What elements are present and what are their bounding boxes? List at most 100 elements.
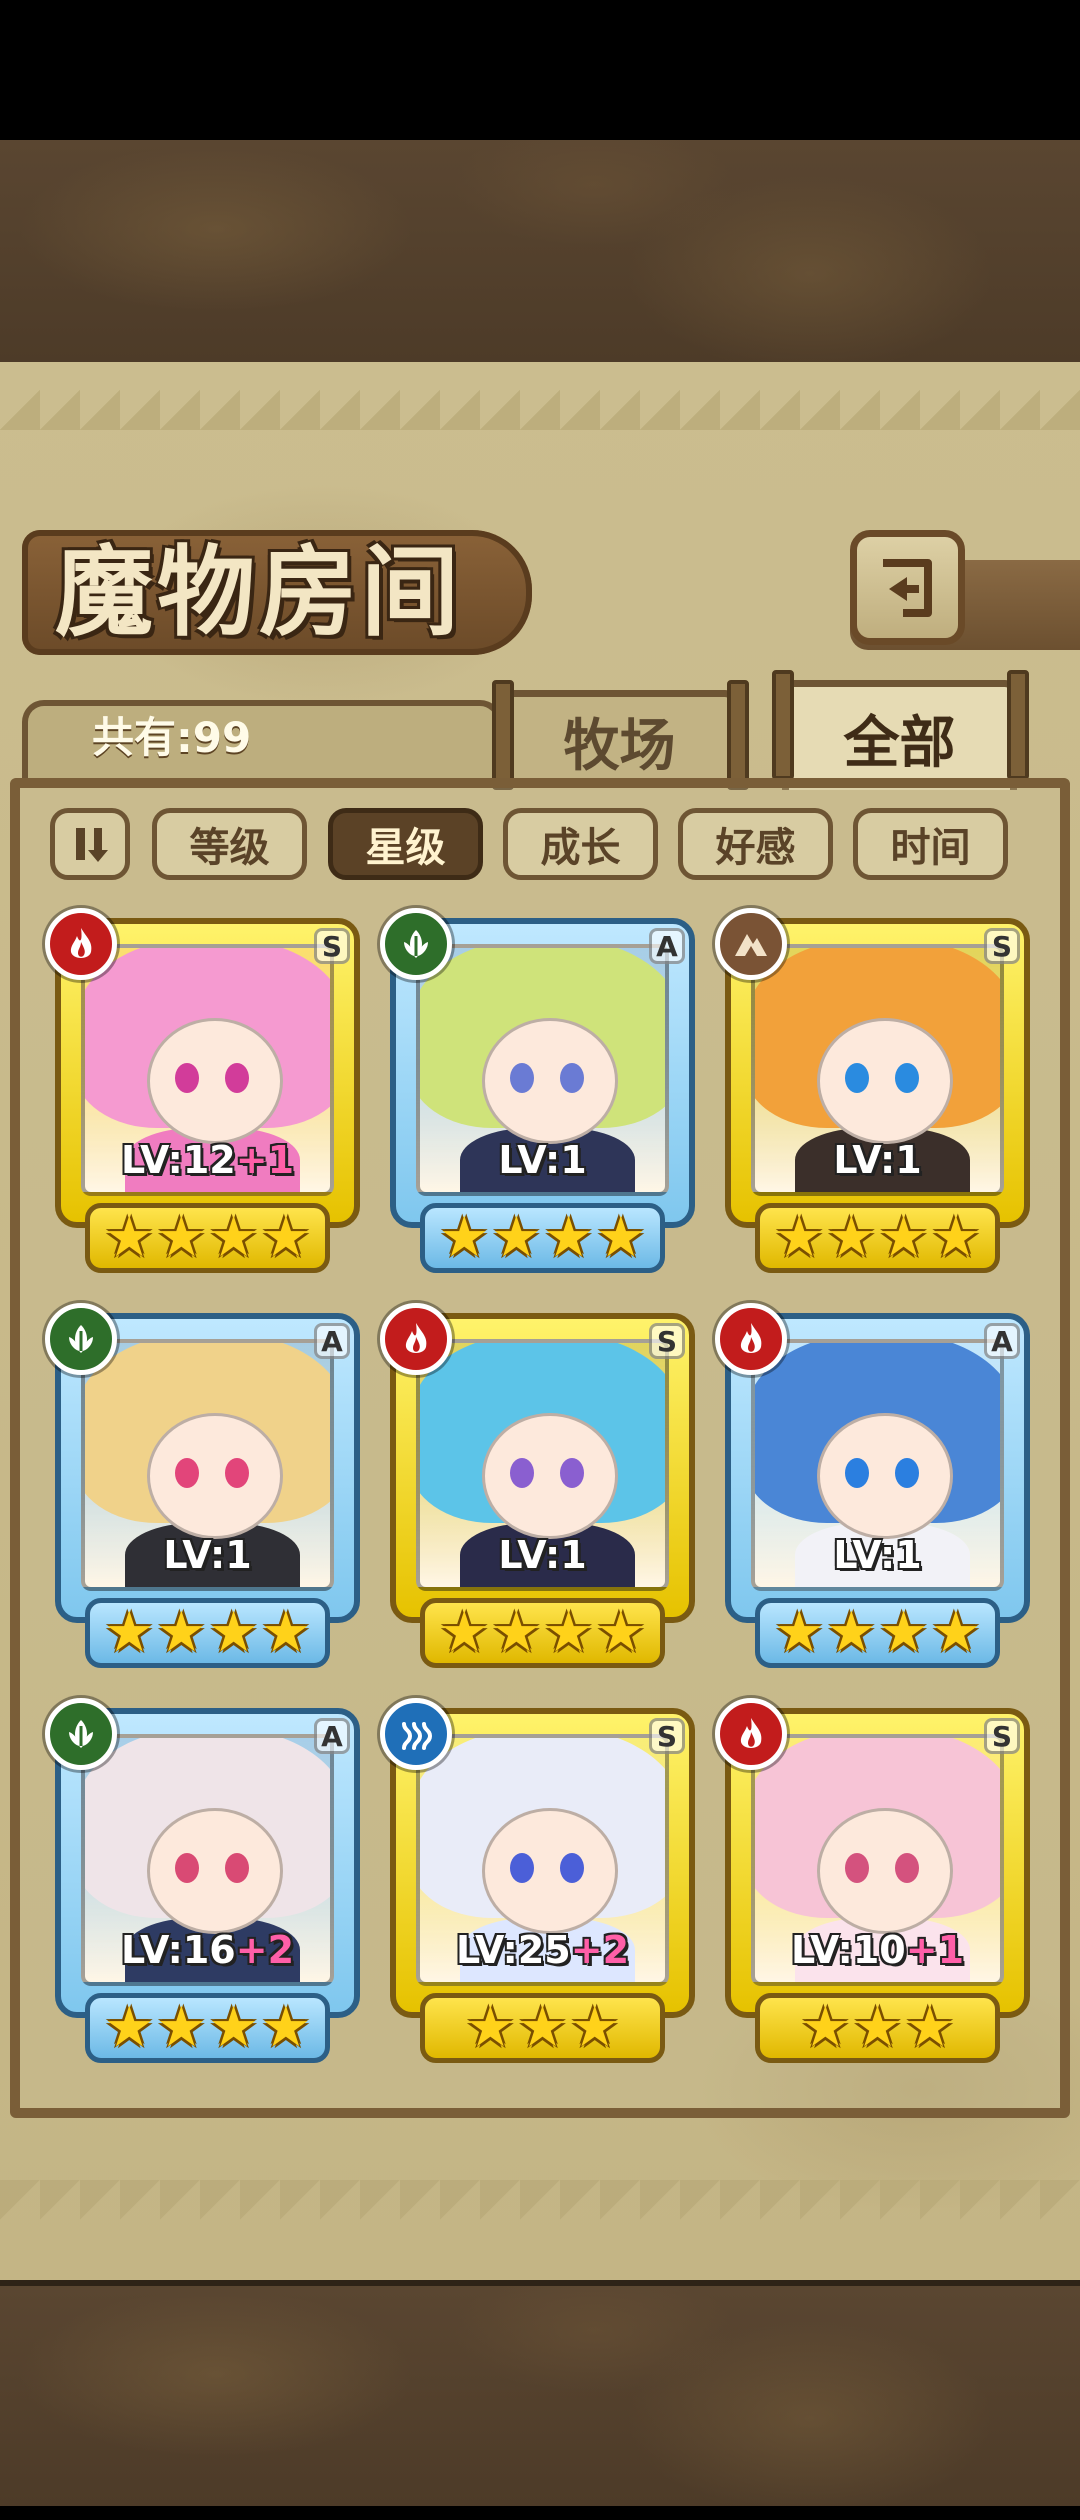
level-value: LV:12 [120, 1138, 236, 1182]
rock-icon [715, 908, 787, 980]
star-icon: ★ [104, 1205, 155, 1270]
star-rating: ★ ★ ★ [420, 1993, 665, 2063]
star-icon: ★ [439, 1600, 490, 1665]
rank-badge: A [984, 1323, 1020, 1359]
rank-badge: S [314, 928, 350, 964]
star-icon: ★ [491, 1600, 542, 1665]
fire-icon [380, 1303, 452, 1375]
star-rating: ★ ★ ★ ★ [85, 1203, 330, 1273]
portrait-face [817, 1808, 953, 1934]
portrait-eye [175, 1063, 199, 1093]
water-icon [380, 1698, 452, 1770]
portrait-eye [845, 1853, 869, 1883]
star-icon: ★ [774, 1205, 825, 1270]
sort-level-button[interactable]: 等级 [152, 808, 307, 880]
level-bonus: +2 [235, 1928, 295, 1972]
leaf-icon [45, 1698, 117, 1770]
star-rating: ★ ★ ★ ★ [755, 1203, 1000, 1273]
rank-badge: A [649, 928, 685, 964]
portrait-face [482, 1413, 618, 1539]
portrait-face [147, 1413, 283, 1539]
star-rating: ★ ★ ★ ★ [755, 1598, 1000, 1668]
star-icon: ★ [569, 1995, 620, 2060]
tab-post [492, 680, 514, 790]
rank-badge: S [984, 928, 1020, 964]
monster-card[interactable]: A LV:16+2 ★ ★ ★ ★ [45, 1698, 360, 2078]
star-icon: ★ [904, 1995, 955, 2060]
panel-border-bottom [0, 2180, 1080, 2220]
portrait-eye [560, 1853, 584, 1883]
sort-order-toggle[interactable] [50, 808, 130, 880]
portrait-eye [510, 1063, 534, 1093]
sort-time-button[interactable]: 时间 [853, 808, 1008, 880]
tab-all[interactable]: 全部 [782, 680, 1017, 790]
sort-growth-button[interactable]: 成长 [503, 808, 658, 880]
portrait-eye [845, 1063, 869, 1093]
map-background-bottom [0, 2280, 1080, 2506]
sort-order-icon [76, 828, 108, 862]
level-value: LV:16 [120, 1928, 236, 1972]
level-value: LV:1 [163, 1533, 252, 1577]
star-icon: ★ [774, 1600, 825, 1665]
star-rating: ★ ★ ★ ★ [420, 1203, 665, 1273]
portrait-face [482, 1018, 618, 1144]
star-icon: ★ [543, 1600, 594, 1665]
level-value: LV:1 [833, 1533, 922, 1577]
portrait-eye [510, 1853, 534, 1883]
portrait-eye [175, 1853, 199, 1883]
portrait-eye [510, 1458, 534, 1488]
fire-icon [45, 908, 117, 980]
star-icon: ★ [491, 1205, 542, 1270]
level-bonus: +1 [235, 1138, 295, 1182]
monster-card[interactable]: S LV:1 ★ ★ ★ ★ [380, 1303, 695, 1683]
monster-card[interactable]: S LV:25+2 ★ ★ ★ [380, 1698, 695, 2078]
star-icon: ★ [156, 1205, 207, 1270]
level-value: LV:1 [498, 1533, 587, 1577]
monster-count: 共有:99 [92, 713, 252, 762]
tab-post [727, 680, 749, 790]
fire-icon [715, 1698, 787, 1770]
level-label: LV:1 [725, 1533, 1030, 1577]
rank-badge: A [314, 1323, 350, 1359]
star-icon: ★ [208, 1205, 259, 1270]
portrait-face [147, 1808, 283, 1934]
star-icon: ★ [208, 1600, 259, 1665]
monster-card[interactable]: S LV:12+1 ★ ★ ★ ★ [45, 908, 360, 1288]
portrait-eye [845, 1458, 869, 1488]
portrait-eye [895, 1458, 919, 1488]
map-background-top [0, 140, 1080, 368]
star-icon: ★ [260, 1205, 311, 1270]
portrait-face [817, 1413, 953, 1539]
monster-card[interactable]: A LV:1 ★ ★ ★ ★ [45, 1303, 360, 1683]
star-icon: ★ [260, 1600, 311, 1665]
leaf-icon [380, 908, 452, 980]
monster-card[interactable]: S LV:10+1 ★ ★ ★ [715, 1698, 1030, 2078]
portrait-eye [225, 1458, 249, 1488]
monster-card[interactable]: A LV:1 ★ ★ ★ ★ [380, 908, 695, 1288]
level-label: LV:1 [55, 1533, 360, 1577]
star-icon: ★ [104, 1600, 155, 1665]
star-icon: ★ [595, 1600, 646, 1665]
star-icon: ★ [517, 1995, 568, 2060]
sort-star-button[interactable]: 星级 [328, 808, 483, 880]
star-icon: ★ [465, 1995, 516, 2060]
star-icon: ★ [878, 1600, 929, 1665]
rank-badge: S [649, 1323, 685, 1359]
back-button[interactable] [850, 530, 965, 645]
star-icon: ★ [104, 1995, 155, 2060]
level-bonus: +1 [905, 1928, 965, 1972]
portrait-eye [175, 1458, 199, 1488]
star-rating: ★ ★ ★ ★ [85, 1598, 330, 1668]
level-label: LV:25+2 [390, 1928, 695, 1972]
portrait-face [482, 1808, 618, 1934]
star-icon: ★ [260, 1995, 311, 2060]
game-screen: 魔物房间 共有:99 牧场 全部 等级 星级 成长 好感 时间 S LV:12+… [0, 0, 1080, 2520]
level-label: LV:12+1 [55, 1138, 360, 1182]
tab-ranch[interactable]: 牧场 [502, 690, 737, 785]
sort-affection-button[interactable]: 好感 [678, 808, 833, 880]
portrait-eye [560, 1063, 584, 1093]
monster-card[interactable]: A LV:1 ★ ★ ★ ★ [715, 1303, 1030, 1683]
star-icon: ★ [930, 1600, 981, 1665]
back-arrow-icon [882, 558, 932, 617]
monster-card[interactable]: S LV:1 ★ ★ ★ ★ [715, 908, 1030, 1288]
